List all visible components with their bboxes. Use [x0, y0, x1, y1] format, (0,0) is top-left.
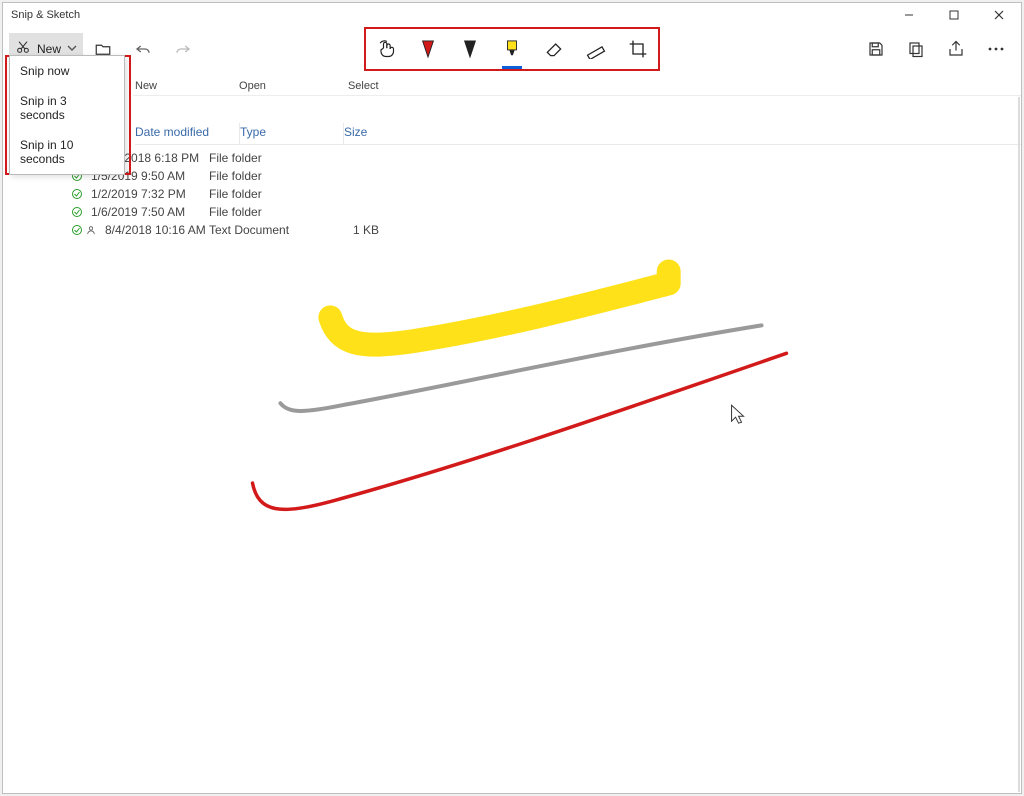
- explorer-subtoolbar: New Open Select: [3, 69, 1021, 95]
- caption-buttons: [886, 3, 1021, 27]
- table-row[interactable]: 1/5/2019 9:50 AM File folder: [63, 167, 1021, 185]
- share-button[interactable]: [945, 38, 967, 60]
- sync-check-icon: [63, 188, 91, 200]
- more-button[interactable]: [985, 38, 1007, 60]
- save-button[interactable]: [865, 38, 887, 60]
- cell-type: File folder: [209, 187, 319, 201]
- cell-type: File folder: [209, 205, 319, 219]
- table-row[interactable]: 12/31/2018 6:18 PM File folder: [63, 149, 1021, 167]
- divider: [133, 95, 1021, 96]
- vertical-scrollbar[interactable]: [1018, 97, 1020, 792]
- table-row[interactable]: 1/2/2019 7:32 PM File folder: [63, 185, 1021, 203]
- new-snip-dropdown: Snip now Snip in 3 seconds Snip in 10 se…: [9, 55, 125, 175]
- explorer-select-label: Select: [348, 80, 379, 95]
- cursor-icon: [732, 405, 744, 423]
- app-title: Snip & Sketch: [11, 9, 80, 21]
- file-rows: 12/31/2018 6:18 PM File folder 1/5/2019 …: [63, 149, 1021, 239]
- explorer-new-label: New: [135, 80, 157, 95]
- snip-now-item[interactable]: Snip now: [10, 56, 124, 86]
- drawing-tools-group: [364, 27, 660, 71]
- table-row[interactable]: 1/6/2019 7:50 AM File folder: [63, 203, 1021, 221]
- snip-3s-item[interactable]: Snip in 3 seconds: [10, 86, 124, 130]
- pen-stroke: [253, 353, 787, 509]
- cell-date: 1/6/2019 7:50 AM: [91, 205, 209, 219]
- maximize-button[interactable]: [931, 3, 976, 27]
- copy-button[interactable]: [905, 38, 927, 60]
- app-window: Snip & Sketch New: [2, 2, 1022, 794]
- explorer-open-label: Open: [239, 80, 266, 95]
- sync-check-icon: [63, 206, 91, 218]
- minimize-button[interactable]: [886, 3, 931, 27]
- cell-type: File folder: [209, 151, 319, 165]
- snip-10s-item[interactable]: Snip in 10 seconds: [10, 130, 124, 174]
- close-button[interactable]: [976, 3, 1021, 27]
- column-headers: Date modified Type Size: [135, 123, 1021, 145]
- title-bar: Snip & Sketch: [3, 3, 1021, 27]
- col-date[interactable]: Date modified: [135, 123, 239, 144]
- pencil-black-button[interactable]: [458, 37, 482, 61]
- crop-button[interactable]: [626, 37, 650, 61]
- col-type[interactable]: Type: [239, 123, 343, 144]
- toolbar: New: [3, 27, 1021, 71]
- eraser-button[interactable]: [542, 37, 566, 61]
- col-size[interactable]: Size: [343, 123, 443, 144]
- ruler-button[interactable]: [584, 37, 608, 61]
- redo-button: [167, 33, 199, 65]
- undo-button[interactable]: [127, 33, 159, 65]
- highlighter-yellow-button[interactable]: [500, 37, 524, 61]
- drawing-canvas[interactable]: [3, 233, 1021, 793]
- cell-date: 1/2/2019 7:32 PM: [91, 187, 209, 201]
- highlighter-stroke: [330, 271, 668, 344]
- ballpoint-pen-red-button[interactable]: [416, 37, 440, 61]
- touch-writing-button[interactable]: [374, 37, 398, 61]
- right-tools-group: [865, 38, 1021, 60]
- new-label: New: [37, 42, 61, 56]
- cell-type: File folder: [209, 169, 319, 183]
